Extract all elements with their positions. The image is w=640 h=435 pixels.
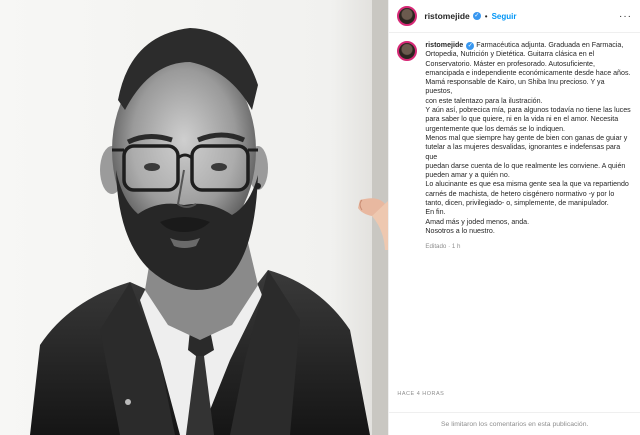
edited-timestamp: Editado · 1 h [425, 243, 461, 251]
caption-line: urgentemente que los demás se lo indique… [425, 124, 565, 133]
caption-line: con este talentazo para la ilustración. [425, 96, 543, 105]
caption-line: Y aún así, pobrecica mía, para algunos t… [425, 106, 631, 115]
caption-line: Menos mal que siempre hay gente de bien … [425, 133, 628, 142]
caption: ristomejide ✓ Farmacéutica adjunta. Gradu… [425, 41, 632, 435]
caption-line: para saber lo que quiere, ni en la vida … [425, 115, 619, 124]
caption-verified-icon: ✓ [466, 42, 475, 50]
separator-dot: • [484, 11, 488, 21]
caption-line: emancipada e independiente económicament… [425, 68, 631, 77]
caption-line: Lo alucinante es que esa misma gente sea… [425, 180, 629, 189]
comments-limited-notice: Se limitaron los comentarios en esta pub… [389, 412, 640, 435]
caption-line: tutelar a las mujeres desvalidas, ignora… [425, 143, 621, 161]
post-time[interactable]: HACE 4 HORAS [397, 391, 444, 397]
caption-username[interactable]: ristomejide [425, 41, 463, 49]
post-image[interactable] [0, 0, 390, 435]
post-sidebar: ristomejide ✓ • Seguir ··· ristomejide ✓ … [389, 0, 640, 435]
caption-line: Mamá responsable de Kairo, un Shiba Inu … [425, 78, 605, 96]
caption-area: ristomejide ✓ Farmacéutica adjunta. Gradu… [389, 33, 640, 435]
caption-line: Amad más y joded menos, anda. [425, 217, 530, 226]
avatar[interactable] [397, 6, 418, 26]
caption-line: pueden amar y a quién no. [425, 171, 510, 180]
pencil-portrait-drawing [0, 0, 389, 435]
username[interactable]: ristomejide [424, 11, 469, 21]
caption-line: puedan darse cuenta de lo que realmente … [425, 161, 626, 170]
caption-line: carnés de machista, de hetero cisgénero … [425, 189, 615, 198]
post-header: ristomejide ✓ • Seguir ··· [389, 0, 640, 33]
more-options-icon[interactable]: ··· [619, 11, 632, 22]
caption-line: Ortopedia, Nutrición y Dietética. Guitar… [425, 50, 595, 59]
caption-line: tanto, dicen, privilegiado- o, simplemen… [425, 199, 609, 208]
caption-avatar[interactable] [397, 41, 418, 61]
caption-line: Nosotros a lo nuestro. [425, 226, 495, 235]
caption-line: Farmacéutica adjunta. Graduada en Farmac… [476, 41, 624, 49]
follow-button[interactable]: Seguir [492, 12, 517, 21]
caption-line: Conservatorio. Máster en profesorado. Au… [425, 59, 595, 68]
post-viewer: ristomejide ✓ • Seguir ··· ristomejide ✓ … [0, 0, 640, 435]
verified-badge-icon: ✓ [472, 12, 481, 20]
caption-line: En fin. [425, 208, 446, 217]
